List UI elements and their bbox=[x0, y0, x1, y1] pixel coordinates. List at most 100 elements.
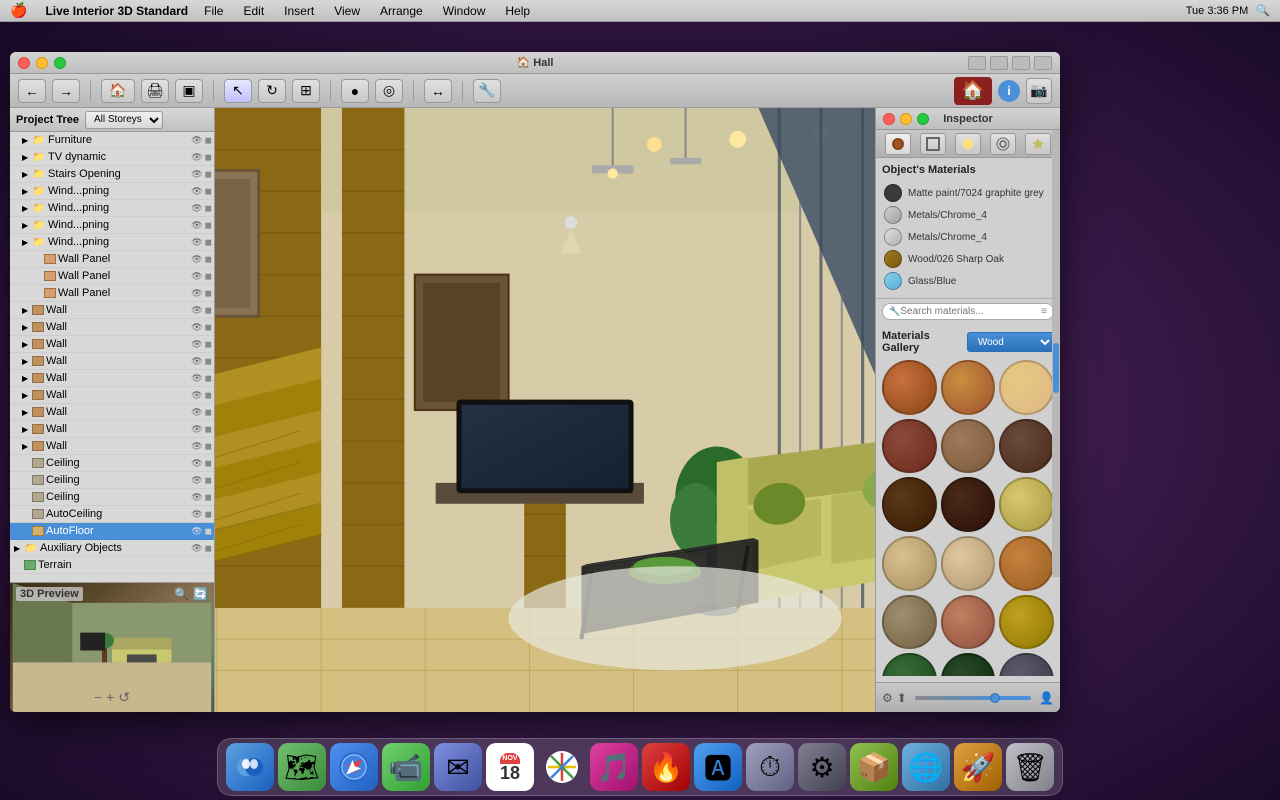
apple-menu[interactable]: 🍎 bbox=[0, 2, 37, 19]
inspector-min-button[interactable] bbox=[900, 113, 912, 125]
home-button[interactable]: 🏠 bbox=[101, 79, 135, 103]
inspector-max-button[interactable] bbox=[917, 113, 929, 125]
move-button[interactable]: ⊞ bbox=[292, 79, 320, 103]
view-btn-3[interactable] bbox=[1012, 56, 1030, 70]
zoom-plus-btn[interactable]: + bbox=[106, 689, 114, 706]
tab-settings[interactable] bbox=[990, 133, 1016, 155]
camera-button[interactable]: ◎ bbox=[375, 79, 403, 103]
resize-button[interactable]: ↔ bbox=[424, 79, 452, 103]
tree-item-ceiling-3[interactable]: Ceiling 👁 ◼ bbox=[10, 489, 214, 506]
eye-icon[interactable]: 👁 bbox=[191, 475, 204, 486]
dock-photos[interactable] bbox=[538, 743, 586, 791]
maximize-button[interactable] bbox=[54, 57, 66, 69]
dock-itunes[interactable]: 🎵 bbox=[590, 743, 638, 791]
swatch-14[interactable] bbox=[941, 595, 996, 650]
dock-finder[interactable] bbox=[226, 743, 274, 791]
eye-icon[interactable]: 👁 bbox=[191, 356, 204, 367]
footer-settings-btn[interactable]: ⚙ bbox=[882, 691, 893, 705]
swatch-15[interactable] bbox=[999, 595, 1054, 650]
view-btn-4[interactable] bbox=[1034, 56, 1052, 70]
inspector-close-button[interactable] bbox=[883, 113, 895, 125]
material-row-3[interactable]: Metals/Chrome_4 bbox=[882, 226, 1054, 248]
eye-icon[interactable]: 👁 bbox=[191, 424, 204, 435]
view-btn-2[interactable] bbox=[990, 56, 1008, 70]
footer-import-btn[interactable]: ⬆ bbox=[897, 691, 907, 705]
tree-item-stairs[interactable]: ▶ 📁 Stairs Opening 👁 ◼ bbox=[10, 166, 214, 183]
dock-launchpad[interactable]: 🚀 bbox=[954, 743, 1002, 791]
footer-user-btn[interactable]: 👤 bbox=[1039, 691, 1054, 705]
view-btn-1[interactable] bbox=[968, 56, 986, 70]
swatch-16[interactable] bbox=[882, 653, 937, 676]
tree-item-wall-panel-3[interactable]: Wall Panel 👁 ◼ bbox=[10, 285, 214, 302]
tree-item-wind1[interactable]: ▶ 📁 Wind...pning 👁 ◼ bbox=[10, 183, 214, 200]
material-row-5[interactable]: Glass/Blue bbox=[882, 270, 1054, 292]
tree-item-ceiling-1[interactable]: Ceiling 👁 ◼ bbox=[10, 455, 214, 472]
eye-icon[interactable]: 👁 bbox=[191, 492, 204, 503]
swatch-6[interactable] bbox=[999, 419, 1054, 474]
swatch-3[interactable] bbox=[999, 360, 1054, 415]
swatch-18[interactable] bbox=[999, 653, 1054, 676]
cursor-button[interactable]: ↖ bbox=[224, 79, 252, 103]
eye-icon[interactable]: 👁 bbox=[191, 390, 204, 401]
zoom-reset-btn[interactable]: ↺ bbox=[118, 689, 130, 706]
tree-item-wall-8[interactable]: ▶ Wall 👁 ◼ bbox=[10, 421, 214, 438]
menu-arrange[interactable]: Arrange bbox=[372, 3, 431, 19]
swatch-2[interactable] bbox=[941, 360, 996, 415]
swatch-7[interactable] bbox=[882, 477, 937, 532]
swatch-9[interactable] bbox=[999, 477, 1054, 532]
dock-facetime[interactable]: 📹 bbox=[382, 743, 430, 791]
eye-icon[interactable]: 👁 bbox=[191, 254, 204, 265]
eye-icon[interactable]: 👁 bbox=[191, 441, 204, 452]
eye-icon[interactable]: 👁 bbox=[191, 288, 204, 299]
tab-materials[interactable] bbox=[885, 133, 911, 155]
tree-item-autoceiling[interactable]: AutoCeiling 👁 ◼ bbox=[10, 506, 214, 523]
tree-item-autofloor[interactable]: AutoFloor 👁 ◼ bbox=[10, 523, 214, 540]
forward-button[interactable]: → bbox=[52, 79, 80, 103]
dock-calendar[interactable]: NOV 18 bbox=[486, 743, 534, 791]
eye-icon[interactable]: 👁 bbox=[191, 186, 204, 197]
tree-item-auxiliary[interactable]: ▶ 📁 Auxiliary Objects 👁 ◼ bbox=[10, 540, 214, 557]
swatch-1[interactable] bbox=[882, 360, 937, 415]
swatch-12[interactable] bbox=[999, 536, 1054, 591]
dock-maps[interactable]: 🗺 bbox=[278, 743, 326, 791]
storeys-select[interactable]: All Storeys bbox=[85, 111, 163, 129]
dock-safari[interactable] bbox=[330, 743, 378, 791]
tree-item-wall-1[interactable]: ▶ Wall 👁 ◼ bbox=[10, 302, 214, 319]
dock-trash[interactable]: 🗑 bbox=[1006, 743, 1054, 791]
tree-item-wall-6[interactable]: ▶ Wall 👁 ◼ bbox=[10, 387, 214, 404]
eye-icon[interactable]: 👁 bbox=[191, 509, 204, 520]
menu-window[interactable]: Window bbox=[435, 3, 494, 19]
eye-icon[interactable]: 👁 bbox=[191, 152, 204, 163]
back-button[interactable]: ← bbox=[18, 79, 46, 103]
tree-item-wind2[interactable]: ▶ 📁 Wind...pning 👁 ◼ bbox=[10, 200, 214, 217]
snapshot-button[interactable]: 📷 bbox=[1026, 78, 1052, 104]
close-button[interactable] bbox=[18, 57, 30, 69]
tree-item-wall-7[interactable]: ▶ Wall 👁 ◼ bbox=[10, 404, 214, 421]
tree-item-tv[interactable]: ▶ 📁 TV dynamic 👁 ◼ bbox=[10, 149, 214, 166]
eye-icon[interactable]: 👁 bbox=[191, 526, 204, 537]
swatch-17[interactable] bbox=[941, 653, 996, 676]
rotate-button[interactable]: ↻ bbox=[258, 79, 286, 103]
dock-timemachine[interactable]: ⏱ bbox=[746, 743, 794, 791]
swatch-4[interactable] bbox=[882, 419, 937, 474]
eye-icon[interactable]: 👁 bbox=[191, 407, 204, 418]
3d-icon[interactable]: 🏠 bbox=[954, 77, 992, 105]
slider-thumb[interactable] bbox=[990, 693, 1000, 703]
tab-favorites[interactable] bbox=[1025, 133, 1051, 155]
tree-item-wall-5[interactable]: ▶ Wall 👁 ◼ bbox=[10, 370, 214, 387]
menu-edit[interactable]: Edit bbox=[235, 3, 272, 19]
material-search-input[interactable] bbox=[900, 306, 1041, 317]
viewport[interactable] bbox=[215, 108, 875, 712]
print-button[interactable]: 🖨 bbox=[141, 79, 169, 103]
dock-app1[interactable]: 🔥 bbox=[642, 743, 690, 791]
menu-insert[interactable]: Insert bbox=[276, 3, 322, 19]
zoom-out-preview[interactable]: 🔄 bbox=[193, 587, 208, 601]
dock-app2[interactable]: 📦 bbox=[850, 743, 898, 791]
tree-item-ceiling-2[interactable]: Ceiling 👁 ◼ bbox=[10, 472, 214, 489]
tree-item-furniture[interactable]: ▶ 📁 Furniture 👁 ◼ bbox=[10, 132, 214, 149]
eye-icon[interactable]: 👁 bbox=[191, 458, 204, 469]
info-button[interactable]: i bbox=[998, 80, 1020, 102]
eye-icon[interactable]: 👁 bbox=[191, 543, 204, 554]
material-row-2[interactable]: Metals/Chrome_4 bbox=[882, 204, 1054, 226]
search-expand-icon[interactable]: ≡ bbox=[1041, 306, 1047, 317]
